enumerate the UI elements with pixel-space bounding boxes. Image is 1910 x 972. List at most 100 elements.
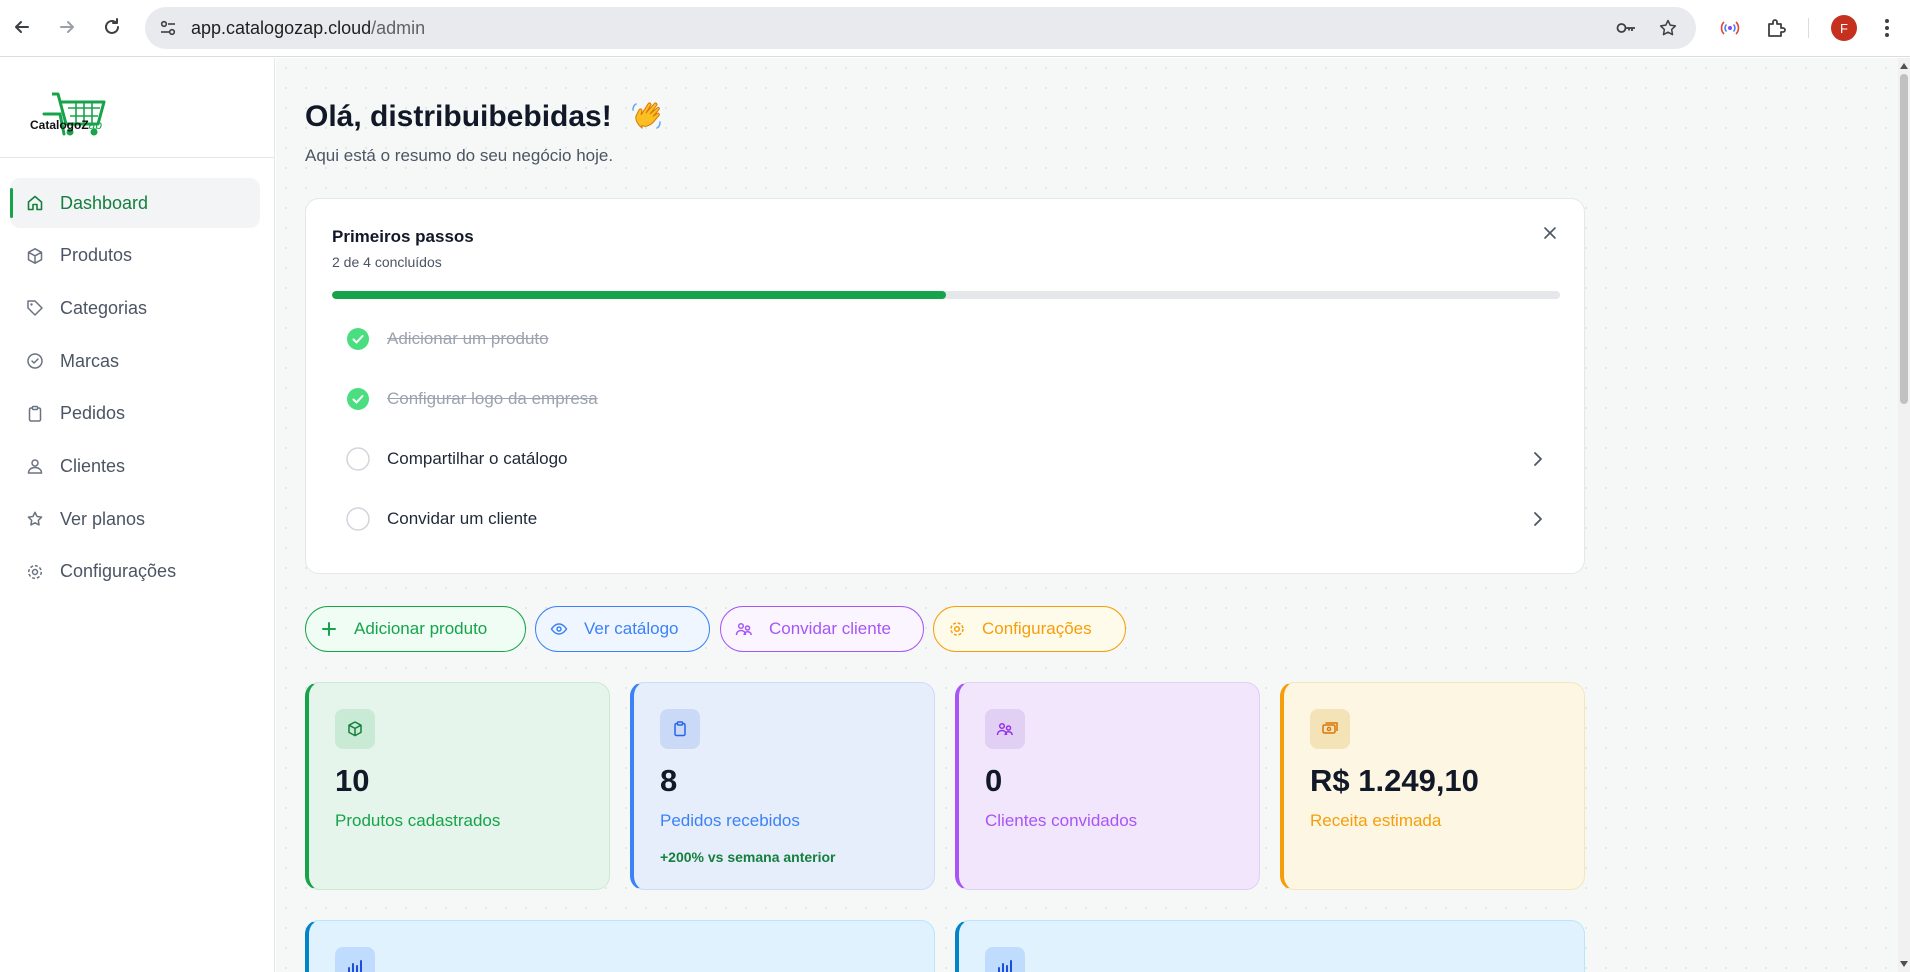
users-icon: [735, 622, 753, 636]
back-icon[interactable]: [4, 9, 40, 45]
logo-text-main: CatalogoZ: [30, 118, 89, 132]
sidebar-item-label: Clientes: [60, 455, 126, 476]
onboarding-progress-text: 2 de 4 concluídos: [332, 254, 442, 270]
stat-label: Clientes convidados: [985, 811, 1138, 830]
step-label: Convidar um cliente: [387, 509, 538, 528]
stat-card-clients[interactable]: 0 Clientes convidados: [955, 682, 1260, 890]
stat-trend: +200% vs semana anterior: [660, 849, 836, 865]
browser-toolbar: app.catalogozap.cloud/admin F: [0, 0, 1910, 57]
step-invite-client[interactable]: Convidar um cliente: [332, 494, 1560, 544]
box-icon: [27, 247, 43, 264]
stat-card-row2-left[interactable]: [305, 920, 935, 972]
bookmark-star-icon[interactable]: [1656, 16, 1680, 40]
waving-hand-icon: [632, 102, 661, 130]
sidebar-nav: Dashboard Produtos Categorias Marcas Ped…: [10, 178, 260, 600]
sidebar: CatalogoZap Dashboard Produtos Categoria…: [0, 58, 275, 972]
sidebar-item-categorias[interactable]: Categorias: [10, 283, 260, 333]
url-path: /admin: [371, 18, 426, 38]
step-label: Adicionar um produto: [387, 329, 549, 348]
toolbar-divider: [1808, 18, 1809, 38]
stat-card-orders[interactable]: 8 Pedidos recebidos +200% vs semana ante…: [630, 682, 935, 890]
add-product-button[interactable]: Adicionar produto: [305, 606, 526, 652]
page-subtitle: Aqui está o resumo do seu negócio hoje.: [305, 146, 614, 165]
sidebar-item-label: Dashboard: [60, 192, 149, 213]
check-circle-icon: [347, 328, 369, 350]
menu-icon[interactable]: [1873, 14, 1901, 42]
users-icon: [27, 459, 43, 475]
password-key-icon[interactable]: [1614, 16, 1638, 40]
add-product-label: Adicionar produto: [354, 619, 488, 638]
stat-value: 10: [335, 763, 370, 798]
step-share-catalog[interactable]: Compartilhar o catálogo: [332, 434, 1560, 484]
extensions-icon[interactable]: [1762, 14, 1790, 42]
page-scrollbar[interactable]: [1898, 58, 1910, 972]
chevron-right-icon: [1534, 512, 1542, 526]
cart-logo-icon[interactable]: [28, 82, 108, 142]
package-icon: [335, 709, 375, 749]
scroll-down-arrow-icon[interactable]: [1900, 961, 1908, 967]
forward-icon[interactable]: [49, 9, 85, 45]
sidebar-item-marcas[interactable]: Marcas: [10, 336, 260, 386]
empty-circle-icon: [346, 507, 370, 531]
invite-client-label: Convidar cliente: [769, 619, 891, 638]
onboarding-title: Primeiros passos: [332, 227, 474, 246]
sidebar-item-pedidos[interactable]: Pedidos: [10, 389, 260, 439]
stat-card-row2-right[interactable]: [955, 920, 1585, 972]
logo-text[interactable]: CatalogoZap: [30, 118, 102, 132]
step-label: Configurar logo da empresa: [387, 389, 598, 408]
eye-icon: [550, 623, 568, 635]
badge-check-icon: [27, 353, 43, 369]
chevron-right-icon: [1534, 452, 1542, 466]
tag-icon: [27, 300, 43, 317]
sidebar-item-produtos[interactable]: Produtos: [10, 231, 260, 281]
main-content: Olá, distribuibebidas! Aqui está o resum…: [276, 58, 1898, 972]
step-configure-logo[interactable]: Configurar logo da empresa: [332, 374, 1560, 424]
empty-circle-icon: [346, 447, 370, 471]
stat-label: Produtos cadastrados: [335, 811, 501, 830]
stat-value: R$ 1.249,10: [1310, 763, 1479, 798]
page-title: Olá, distribuibebidas!: [305, 100, 612, 133]
scroll-up-arrow-icon[interactable]: [1900, 63, 1908, 69]
sidebar-item-label: Pedidos: [60, 403, 126, 424]
address-bar[interactable]: app.catalogozap.cloud/admin: [145, 7, 1696, 49]
step-label: Compartilhar o catálogo: [387, 449, 568, 468]
users-icon: [985, 709, 1025, 749]
stat-value: 0: [985, 763, 1003, 798]
bar-chart-icon: [985, 947, 1025, 972]
sidebar-item-clientes[interactable]: Clientes: [10, 441, 260, 491]
sidebar-item-label: Ver planos: [60, 508, 146, 529]
logo-text-accent: ap: [88, 118, 103, 132]
sidebar-item-label: Categorias: [60, 297, 148, 318]
sidebar-item-dashboard[interactable]: Dashboard: [10, 178, 260, 228]
close-icon[interactable]: [1538, 221, 1562, 245]
gear-icon: [27, 564, 43, 579]
progress-fill: [332, 291, 946, 299]
sidebar-item-configuracoes[interactable]: Configurações: [10, 547, 260, 597]
onboarding-card: Primeiros passos 2 de 4 concluídos Adici…: [305, 198, 1585, 574]
stat-value: 8: [660, 763, 678, 798]
clipboard-icon: [660, 709, 700, 749]
profile-avatar[interactable]: F: [1831, 15, 1857, 41]
sidebar-divider: [0, 157, 275, 158]
scrollbar-thumb[interactable]: [1900, 74, 1908, 404]
onboarding-progress-bar: [332, 291, 1560, 299]
sidebar-item-ver-planos[interactable]: Ver planos: [10, 494, 260, 544]
clipboard-icon: [28, 405, 42, 422]
step-add-product[interactable]: Adicionar um produto: [332, 314, 1560, 364]
sidebar-item-label: Configurações: [60, 561, 177, 582]
reload-icon[interactable]: [94, 9, 130, 45]
cast-icon[interactable]: [1716, 14, 1744, 42]
stat-label: Pedidos recebidos: [660, 811, 800, 830]
sidebar-item-label: Produtos: [60, 245, 133, 266]
view-catalog-button[interactable]: Ver catálogo: [535, 606, 710, 652]
check-circle-icon: [347, 388, 369, 410]
bar-chart-icon: [335, 947, 375, 972]
invite-client-button[interactable]: Convidar cliente: [720, 606, 924, 652]
settings-button[interactable]: Configurações: [933, 606, 1126, 652]
stat-card-products[interactable]: 10 Produtos cadastrados: [305, 682, 610, 890]
stat-card-revenue[interactable]: R$ 1.249,10 Receita estimada: [1280, 682, 1585, 890]
site-settings-icon[interactable]: [155, 15, 181, 41]
stat-label: Receita estimada: [1310, 811, 1442, 830]
home-icon: [27, 195, 43, 211]
settings-label: Configurações: [982, 619, 1092, 638]
